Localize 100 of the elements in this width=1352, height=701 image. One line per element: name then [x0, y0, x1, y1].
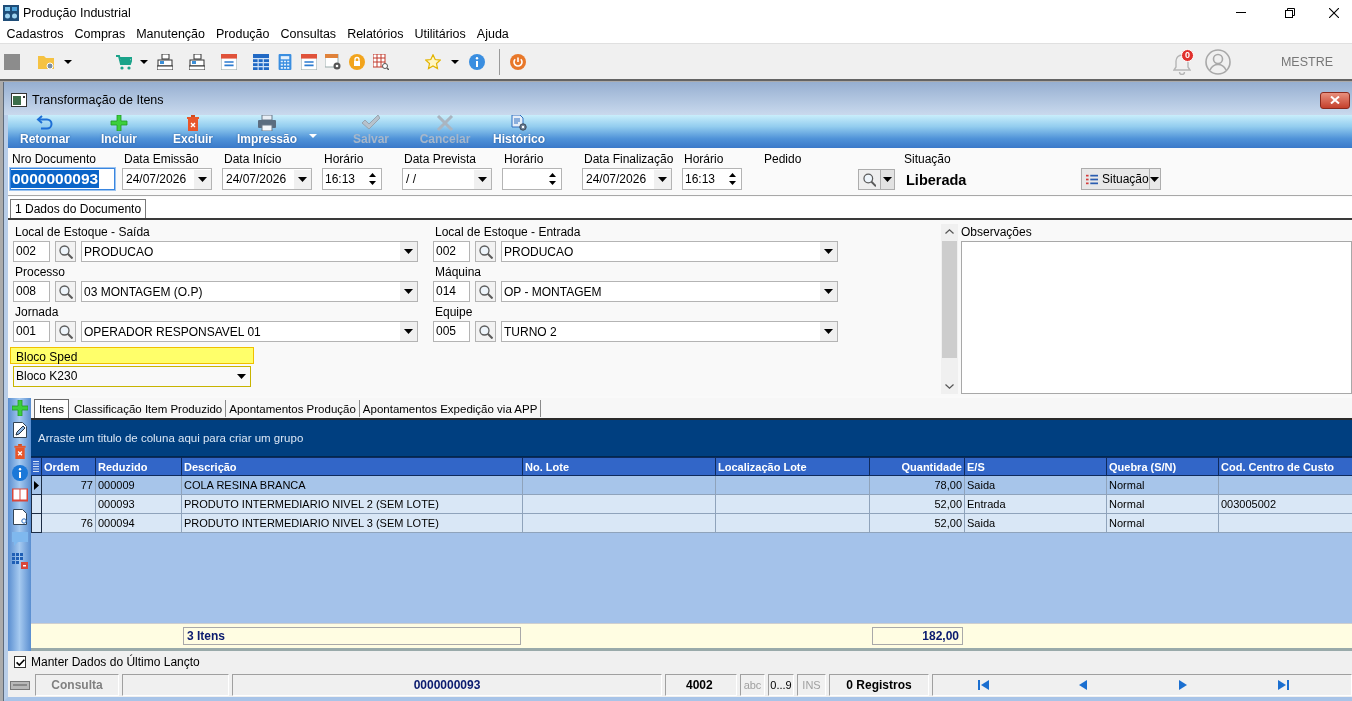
text-field[interactable]: 0000000093	[10, 168, 115, 190]
column-header[interactable]: E/S	[965, 457, 1107, 476]
document-icon[interactable]	[11, 509, 28, 525]
search-button[interactable]	[55, 321, 76, 342]
menu-item[interactable]: Ajuda	[471, 25, 515, 43]
code-field[interactable]: 002	[13, 241, 50, 262]
document-number: 0000000093	[413, 677, 481, 693]
field-label: Local de Estoque - Saída	[14, 224, 151, 241]
tab[interactable]: Apontamentos Expedição via APP	[359, 400, 542, 417]
menu-item[interactable]: Cadastros	[1, 25, 69, 43]
menu-item[interactable]: Manutenção	[130, 25, 211, 43]
dropdown-field[interactable]: TURNO 2	[501, 321, 838, 342]
close-button[interactable]	[1320, 91, 1350, 109]
notes-field[interactable]	[961, 241, 1352, 394]
caret-icon	[404, 289, 413, 294]
table-cell: 52,00	[870, 514, 965, 533]
menu-item[interactable]: Consultas	[275, 25, 342, 43]
book-icon[interactable]	[11, 487, 28, 503]
table-row[interactable]: 000093 PRODUTO INTERMEDIARIO NIVEL 2 (SEM LOTE) 52,00 Entrada Normal 003005002	[31, 495, 1352, 514]
notification-badge: 0	[1180, 48, 1194, 62]
menu-item[interactable]: Produção	[210, 25, 276, 43]
window-icon	[11, 93, 27, 107]
tab[interactable]: Apontamentos Produção	[226, 400, 360, 417]
time-field[interactable]: 16:13	[682, 168, 742, 190]
field-label: Processo	[14, 264, 67, 281]
tab[interactable]: Itens	[34, 399, 69, 418]
time-field[interactable]: 16:13	[322, 168, 382, 190]
chevron-up-icon[interactable]	[945, 229, 954, 234]
code-field[interactable]: 002	[433, 241, 470, 262]
code-field[interactable]: 008	[13, 281, 50, 302]
scrollbar[interactable]	[941, 224, 958, 394]
caret-icon	[824, 249, 833, 254]
code-field[interactable]: 014	[433, 281, 470, 302]
dropdown-field[interactable]: OP - MONTAGEM	[501, 281, 838, 302]
checkmark-icon	[15, 658, 25, 666]
column-header[interactable]: No. Lote	[523, 457, 716, 476]
field-label: Horário	[503, 151, 545, 168]
minimize-icon	[1236, 12, 1246, 13]
code-field[interactable]: 005	[433, 321, 470, 342]
date-field[interactable]: 24/07/2026	[222, 168, 312, 190]
search-icon	[58, 284, 73, 299]
column-header[interactable]: Quebra (S/N)	[1107, 457, 1219, 476]
checkbox-label: Manter Dados do Último Lançto	[31, 655, 200, 669]
trash-icon[interactable]	[13, 444, 26, 459]
tab[interactable]: 1 Dados do Documento	[10, 199, 147, 218]
dropdown-field[interactable]: PRODUCAO	[81, 241, 418, 262]
table-row[interactable]: 76 000094 PRODUTO INTERMEDIARIO NIVEL 3 (SEM LOTE) 52,00 Saida Normal	[31, 514, 1352, 533]
caret-icon	[198, 176, 207, 182]
field-label: Local de Estoque - Entrada	[434, 224, 582, 241]
bell-icon[interactable]	[1172, 52, 1191, 75]
grid-icon[interactable]	[11, 553, 28, 569]
field-label: Horário	[683, 151, 725, 168]
dropdown-field[interactable]: OPERADOR RESPONSAVEL 01	[81, 321, 418, 342]
edit-icon[interactable]	[11, 422, 28, 438]
field-label: Data Início	[223, 151, 283, 168]
date-field[interactable]: 24/07/2026	[122, 168, 212, 190]
caret-icon	[824, 329, 833, 334]
date-field[interactable]: 24/07/2026	[582, 168, 672, 190]
search-icon	[58, 324, 73, 339]
lines-icon[interactable]	[33, 461, 39, 472]
menu-item[interactable]: Relatórios	[341, 25, 409, 43]
date-field[interactable]: / /	[402, 168, 492, 190]
field-label: Horário	[323, 151, 365, 168]
dropdown-field[interactable]: 03 MONTAGEM (O.P)	[81, 281, 418, 302]
caret-icon	[404, 249, 413, 254]
field-label: Situação	[903, 151, 952, 168]
dropdown-field[interactable]: Bloco K230	[13, 366, 251, 387]
window-title: Transformação de Itens	[32, 93, 164, 107]
tab[interactable]: Classificação Item Produzido	[70, 400, 227, 417]
search-button[interactable]	[475, 321, 496, 342]
field-label: Bloco Sped	[15, 350, 78, 364]
search-button[interactable]	[55, 281, 76, 302]
checkbox[interactable]	[14, 656, 26, 668]
chevron-down-icon[interactable]	[945, 384, 954, 389]
search-button[interactable]	[475, 241, 496, 262]
column-header[interactable]: Reduzido	[96, 457, 182, 476]
last-icon	[1277, 680, 1289, 690]
window-title: Produção Industrial	[23, 5, 131, 20]
summary-count: 3 Itens	[183, 627, 521, 645]
field-label: Equipe	[434, 304, 474, 321]
status-menu-button[interactable]: Situação	[1081, 168, 1161, 190]
close-icon	[1330, 96, 1340, 104]
menu-item[interactable]: Compras	[69, 25, 131, 43]
column-header[interactable]: Localização Lote	[716, 457, 870, 476]
dropdown-field[interactable]: PRODUCAO	[501, 241, 838, 262]
field-label: Observações	[961, 224, 1033, 241]
code-field[interactable]: 001	[13, 321, 50, 342]
table-row[interactable]: 77 000009 COLA RESINA BRANCA 78,00 Saida Normal	[31, 476, 1352, 495]
search-icon	[58, 244, 73, 259]
restore-icon	[1285, 7, 1295, 18]
search-button[interactable]	[858, 169, 895, 190]
scrollbar-thumb[interactable]	[942, 241, 957, 358]
info-icon[interactable]	[11, 465, 28, 481]
column-header[interactable]: Quantidade	[870, 457, 965, 476]
search-button[interactable]	[55, 241, 76, 262]
column-header[interactable]: Descrição	[182, 457, 523, 476]
search-button[interactable]	[475, 281, 496, 302]
time-field[interactable]	[502, 168, 562, 190]
menu-item[interactable]: Utilitários	[408, 25, 472, 43]
mode-label: Consulta	[51, 677, 103, 693]
